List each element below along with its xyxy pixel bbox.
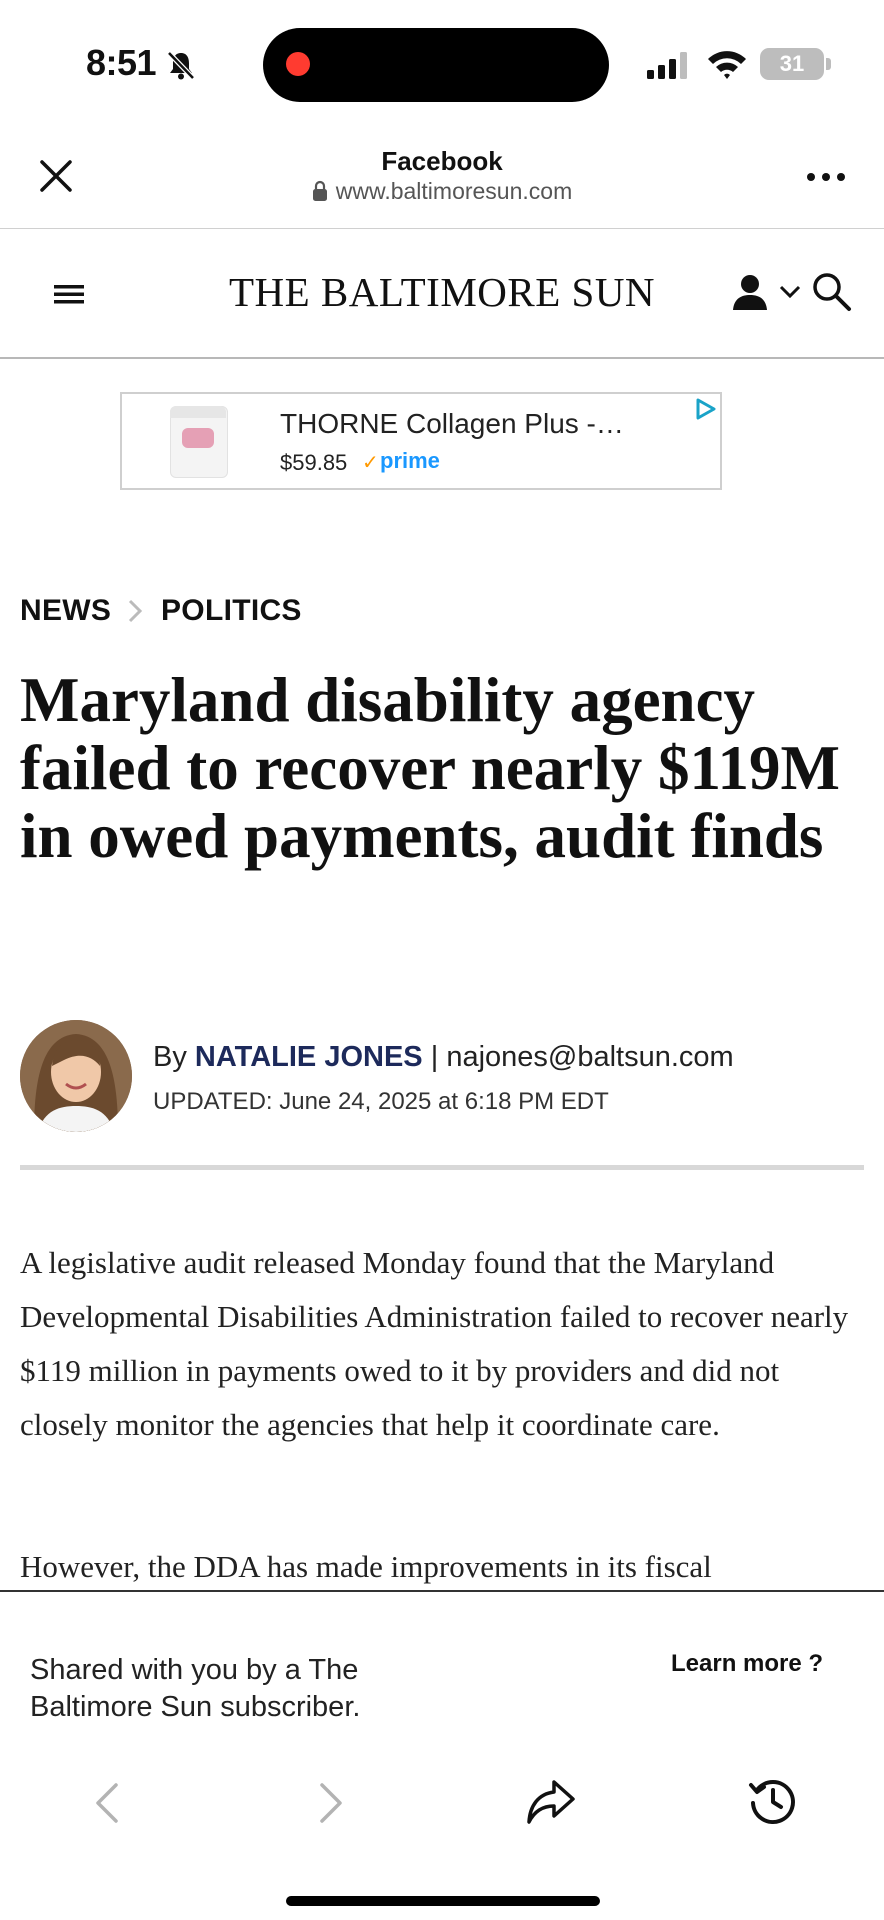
cellular-signal-icon [646, 50, 690, 80]
product-image-label [182, 428, 214, 448]
product-image-lid [170, 406, 226, 418]
byline-separator: | [430, 1041, 439, 1073]
byline-divider [20, 1165, 864, 1170]
account-icon[interactable] [730, 272, 770, 312]
breadcrumb-news[interactable]: NEWS [20, 594, 111, 628]
article-paragraph: However, the DDA has made improvements i… [20, 1549, 712, 1584]
article-paragraph: A legislative audit released Monday foun… [20, 1245, 849, 1442]
browser-header-divider [0, 228, 884, 229]
battery-level: 31 [779, 51, 805, 76]
article-byline: By NATALIE JONES | najones@baltsun.com [153, 1041, 734, 1074]
ad-price: $59.85 [280, 450, 348, 475]
battery-tip [826, 58, 831, 70]
sponsored-ad[interactable]: THORNE Collagen Plus -… $59.85 ✓ prime [120, 392, 722, 490]
forward-arrow-icon[interactable] [318, 1782, 344, 1824]
prime-check-icon: ✓ [362, 452, 379, 474]
shared-by-message: Shared with you by a The Baltimore Sun s… [30, 1654, 361, 1723]
updated-timestamp: UPDATED: June 24, 2025 at 6:18 PM EDT [153, 1088, 609, 1115]
author-name-link[interactable]: NATALIE JONES [195, 1041, 423, 1073]
breadcrumb-politics[interactable]: POLITICS [161, 594, 302, 628]
wifi-icon [706, 48, 748, 80]
share-icon[interactable] [526, 1778, 576, 1826]
shared-article-panel: Shared with you by a The Baltimore Sun s… [0, 1590, 884, 1920]
history-icon[interactable] [748, 1776, 798, 1826]
dynamic-island [263, 28, 609, 102]
back-arrow-icon[interactable] [94, 1782, 120, 1824]
lock-icon [312, 180, 328, 208]
learn-more-link[interactable]: Learn more ? [671, 1650, 823, 1678]
bell-slash-icon [164, 48, 198, 82]
url-bar[interactable]: www.baltimoresun.com [0, 178, 884, 208]
url-text: www.baltimoresun.com [335, 178, 573, 204]
author-avatar[interactable] [20, 1020, 132, 1132]
ad-title: THORNE Collagen Plus -… [280, 408, 624, 439]
battery-icon: 31 [760, 48, 824, 80]
author-email-link[interactable]: najones@baltsun.com [446, 1041, 733, 1073]
chevron-right-icon [127, 598, 143, 624]
chevron-down-icon[interactable] [778, 284, 802, 300]
more-icon[interactable] [806, 170, 846, 184]
site-header-divider [0, 357, 884, 359]
search-icon[interactable] [810, 270, 852, 312]
browser-source-title: Facebook [381, 146, 503, 176]
by-prefix: By [153, 1041, 187, 1073]
prime-label: prime [380, 448, 440, 473]
home-indicator[interactable] [286, 1896, 600, 1906]
recording-indicator [286, 52, 310, 76]
adchoices-icon[interactable] [694, 398, 716, 420]
status-time: 8:51 [86, 42, 157, 83]
article-headline: Maryland disability agency failed to rec… [20, 665, 840, 871]
